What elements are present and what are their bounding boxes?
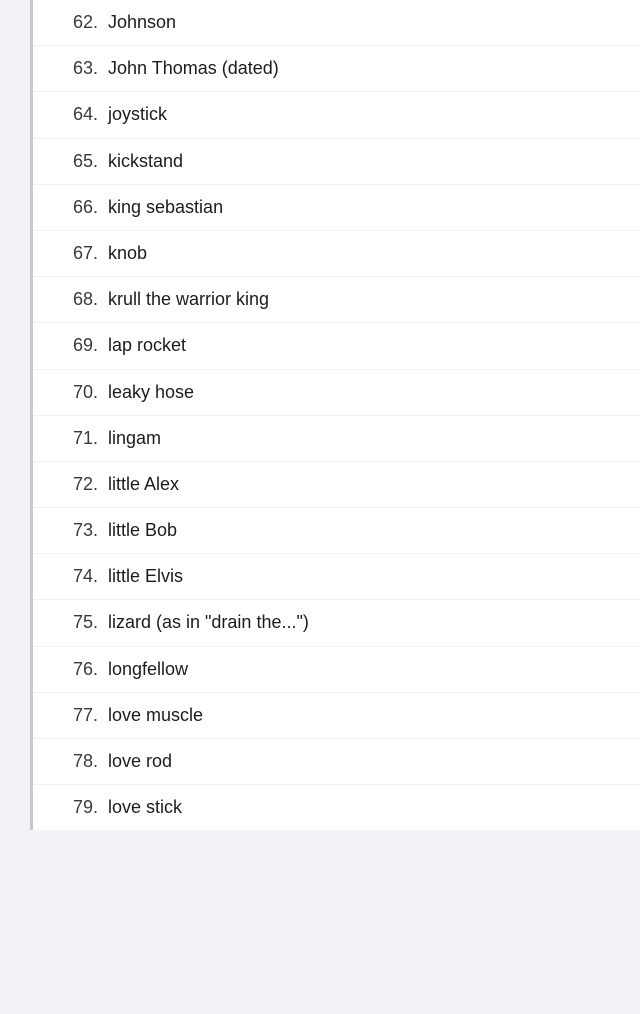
list-item: 63.John Thomas (dated) <box>33 46 640 92</box>
item-number: 63. <box>53 56 108 81</box>
list-item: 67.knob <box>33 231 640 277</box>
item-text: love stick <box>108 795 182 820</box>
list-item: 65.kickstand <box>33 139 640 185</box>
item-text: little Alex <box>108 472 179 497</box>
item-text: lingam <box>108 426 161 451</box>
item-text: knob <box>108 241 147 266</box>
item-number: 75. <box>53 610 108 635</box>
item-text: John Thomas (dated) <box>108 56 279 81</box>
list-item: 64.joystick <box>33 92 640 138</box>
item-number: 78. <box>53 749 108 774</box>
item-number: 65. <box>53 149 108 174</box>
list-item: 78.love rod <box>33 739 640 785</box>
item-text: joystick <box>108 102 167 127</box>
item-text: kickstand <box>108 149 183 174</box>
list-item: 75.lizard (as in "drain the...") <box>33 600 640 646</box>
list-item: 70.leaky hose <box>33 370 640 416</box>
list-item: 68.krull the warrior king <box>33 277 640 323</box>
item-text: love muscle <box>108 703 203 728</box>
list-item: 74.little Elvis <box>33 554 640 600</box>
list-item: 79.love stick <box>33 785 640 830</box>
item-number: 68. <box>53 287 108 312</box>
item-text: little Elvis <box>108 564 183 589</box>
list-item: 69.lap rocket <box>33 323 640 369</box>
item-text: lap rocket <box>108 333 186 358</box>
list-item: 76.longfellow <box>33 647 640 693</box>
item-text: king sebastian <box>108 195 223 220</box>
numbered-list: 62.Johnson63.John Thomas (dated)64.joyst… <box>30 0 640 830</box>
item-number: 74. <box>53 564 108 589</box>
item-number: 79. <box>53 795 108 820</box>
item-text: love rod <box>108 749 172 774</box>
list-item: 77.love muscle <box>33 693 640 739</box>
item-text: Johnson <box>108 10 176 35</box>
item-text: longfellow <box>108 657 188 682</box>
item-number: 67. <box>53 241 108 266</box>
item-number: 73. <box>53 518 108 543</box>
item-number: 66. <box>53 195 108 220</box>
list-item: 71.lingam <box>33 416 640 462</box>
item-number: 76. <box>53 657 108 682</box>
item-number: 69. <box>53 333 108 358</box>
list-item: 73.little Bob <box>33 508 640 554</box>
item-number: 77. <box>53 703 108 728</box>
item-text: lizard (as in "drain the...") <box>108 610 309 635</box>
list-item: 72.little Alex <box>33 462 640 508</box>
item-number: 72. <box>53 472 108 497</box>
item-number: 71. <box>53 426 108 451</box>
item-number: 64. <box>53 102 108 127</box>
list-item: 62.Johnson <box>33 0 640 46</box>
item-number: 70. <box>53 380 108 405</box>
item-text: krull the warrior king <box>108 287 269 312</box>
item-text: leaky hose <box>108 380 194 405</box>
item-number: 62. <box>53 10 108 35</box>
list-item: 66.king sebastian <box>33 185 640 231</box>
item-text: little Bob <box>108 518 177 543</box>
